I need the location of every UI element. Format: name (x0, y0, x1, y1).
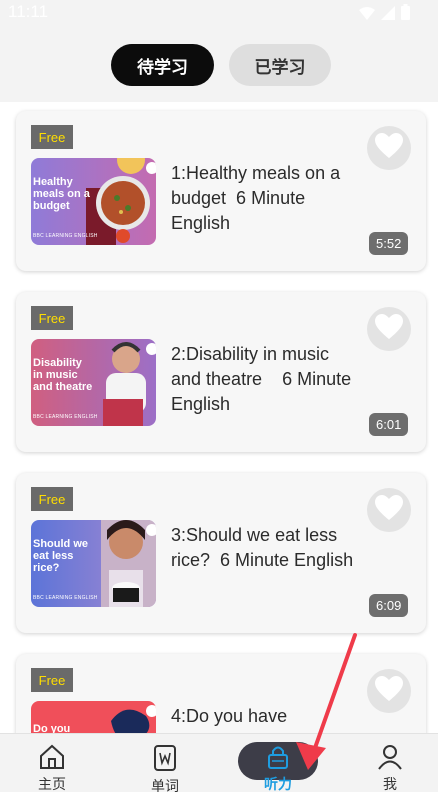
battery-icon (401, 4, 410, 24)
lesson-thumbnail: Do you have (31, 701, 156, 733)
free-badge: Free (31, 306, 73, 330)
status-icons (359, 4, 410, 24)
favorite-button[interactable] (367, 488, 411, 532)
thumbnail-caption: Disability in music and theatre (33, 357, 93, 393)
favorite-button[interactable] (367, 669, 411, 713)
heart-icon (374, 675, 404, 707)
heart-icon (374, 132, 404, 164)
duration-badge: 5:52 (369, 232, 409, 255)
nav-me[interactable]: 我 (350, 734, 430, 792)
lesson-title: 1:Healthy meals on a budget 6 Minute Eng… (171, 163, 346, 233)
nav-label: 主页 (38, 777, 66, 792)
free-badge: Free (31, 125, 73, 149)
lesson-title: 2:Disability in music and theatre 6 Minu… (171, 344, 357, 414)
study-tabs: 待学习 已学习 (0, 26, 438, 102)
home-icon (38, 744, 66, 770)
lesson-thumbnail: Disability in music and theatre BBC LEAR… (31, 339, 156, 426)
lesson-thumbnail: Should we eat less rice? BBC LEARNING EN… (31, 520, 156, 607)
signal-icon (381, 5, 395, 24)
nav-label: 单词 (151, 779, 179, 792)
wifi-icon (359, 5, 375, 24)
lesson-title: 4:Do you have (171, 706, 288, 726)
lesson-card[interactable]: Free Healthy meals on a budget BBC LEARN… (16, 111, 426, 271)
nav-label: 我 (383, 777, 397, 792)
status-time: 11:11 (8, 2, 49, 21)
nav-words[interactable]: 单词 (125, 734, 205, 792)
thumbnail-caption: Do you have (33, 723, 71, 733)
word-book-icon (153, 744, 177, 772)
duration-badge: 6:01 (369, 413, 409, 436)
nav-home[interactable]: 主页 (12, 734, 92, 792)
lesson-card[interactable]: Free Disability in music and theatre BBC… (16, 292, 426, 452)
lesson-card[interactable]: Free Should we eat less rice? BBC LEARNI… (16, 473, 426, 633)
thumbnail-footer: BBC LEARNING ENGLISH (33, 233, 98, 239)
bottom-nav: 主页 单词 听力 我 (0, 733, 438, 792)
tab-studied[interactable]: 已学习 (229, 44, 331, 86)
profile-icon (377, 744, 403, 770)
nav-label: 听力 (264, 777, 292, 792)
nav-listening[interactable]: 听力 (238, 734, 318, 792)
free-badge: Free (31, 487, 73, 511)
tab-to-study[interactable]: 待学习 (111, 44, 214, 86)
favorite-button[interactable] (367, 126, 411, 170)
duration-badge: 6:09 (369, 594, 409, 617)
thumbnail-caption: Should we eat less rice? (33, 538, 88, 574)
lesson-card[interactable]: Free Do you have 4:Do you have (16, 654, 426, 733)
status-bar: 11:11 (0, 0, 438, 26)
lesson-thumbnail: Healthy meals on a budget BBC LEARNING E… (31, 158, 156, 245)
thumbnail-caption: Healthy meals on a budget (33, 176, 90, 212)
thumbnail-footer: BBC LEARNING ENGLISH (33, 414, 98, 420)
favorite-button[interactable] (367, 307, 411, 351)
free-badge: Free (31, 668, 73, 692)
heart-icon (374, 313, 404, 345)
lesson-title: 3:Should we eat less rice? 6 Minute Engl… (171, 525, 354, 570)
thumbnail-footer: BBC LEARNING ENGLISH (33, 595, 98, 601)
lock-icon (267, 744, 289, 770)
heart-icon (374, 494, 404, 526)
lesson-list[interactable]: Free Healthy meals on a budget BBC LEARN… (0, 102, 438, 733)
